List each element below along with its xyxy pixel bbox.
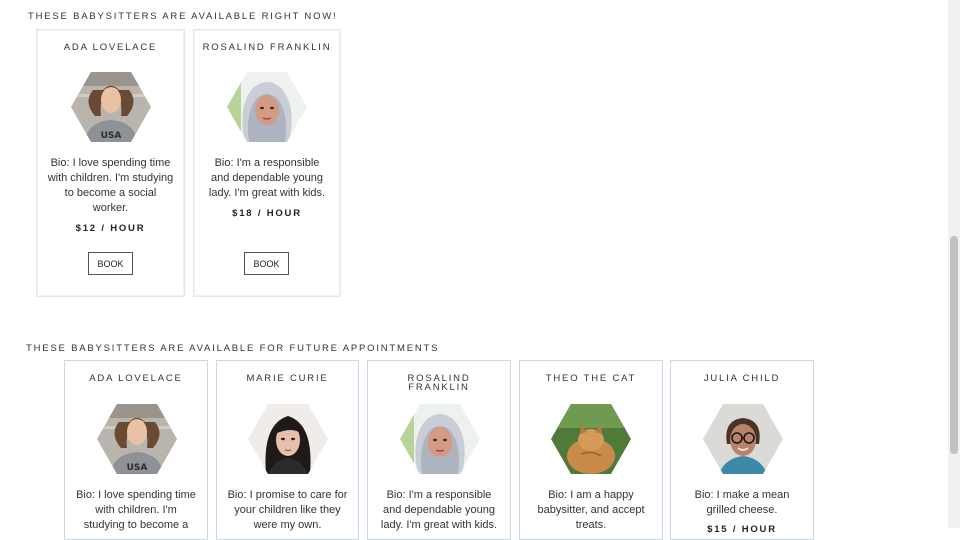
babysitter-name: MARIE CURIE [246, 373, 329, 384]
babysitter-card: ROSALIND FRANKLIN Bio: I'm a responsible… [193, 29, 341, 297]
future-appointments-heading: THESE BABYSITTERS ARE AVAILABLE FOR FUTU… [26, 343, 440, 354]
babysitter-rate: $18 / HOUR [232, 208, 302, 219]
babysitter-card: ADA LOVELACE Bio: I love spending time w… [64, 360, 208, 540]
babysitter-bio: Bio: I'm a responsible and dependable yo… [380, 489, 498, 531]
babysitter-name: ADA LOVELACE [89, 373, 183, 384]
babysitter-bio: Bio: I'm a responsible and dependable yo… [208, 157, 326, 199]
babysitter-photo [227, 72, 307, 142]
babysitter-rate: $15 / HOUR [707, 524, 777, 535]
page-scrollbar[interactable] [948, 0, 960, 528]
scrollbar-thumb[interactable] [950, 236, 958, 454]
babysitter-name: THEO THE CAT [545, 373, 637, 384]
babysitter-card: ADA LOVELACE Bio: I love spending time w… [36, 29, 185, 297]
babysitter-card: JULIA CHILD Bio: I make a mean grilled c… [670, 360, 814, 540]
babysitter-photo [551, 404, 631, 474]
book-button[interactable]: BOOK [88, 252, 133, 275]
babysitter-name: ADA LOVELACE [63, 42, 158, 53]
babysitter-card: MARIE CURIE Bio: I promise to care for y… [216, 360, 359, 540]
babysitter-photo [97, 404, 177, 474]
babysitter-photo [703, 404, 783, 474]
babysitter-bio: Bio: I make a mean grilled cheese. [694, 489, 790, 516]
babysitter-rate: $12 / HOUR [75, 223, 146, 234]
babysitter-name: ROSALIND FRANKLIN [407, 373, 471, 393]
babysitter-photo [248, 404, 328, 474]
babysitter-bio: Bio: I love spending time with children.… [76, 489, 196, 531]
book-button[interactable]: BOOK [244, 252, 289, 275]
babysitter-bio: Bio: I am a happy babysitter, and accept… [537, 489, 645, 531]
babysitter-photo [400, 404, 480, 474]
available-now-heading: THESE BABYSITTERS ARE AVAILABLE RIGHT NO… [28, 11, 338, 22]
babysitter-bio: Bio: I love spending time with children.… [47, 157, 174, 214]
babysitter-bio: Bio: I promise to care for your children… [227, 489, 348, 531]
babysitter-name: JULIA CHILD [703, 373, 781, 384]
babysitter-name: ROSALIND FRANKLIN [202, 42, 332, 53]
babysitter-photo [71, 72, 151, 142]
babysitter-card: THEO THE CAT Bio: I am a happy babysitte… [519, 360, 663, 540]
babysitter-card: ROSALIND FRANKLIN Bio: I'm a responsible… [367, 360, 511, 540]
